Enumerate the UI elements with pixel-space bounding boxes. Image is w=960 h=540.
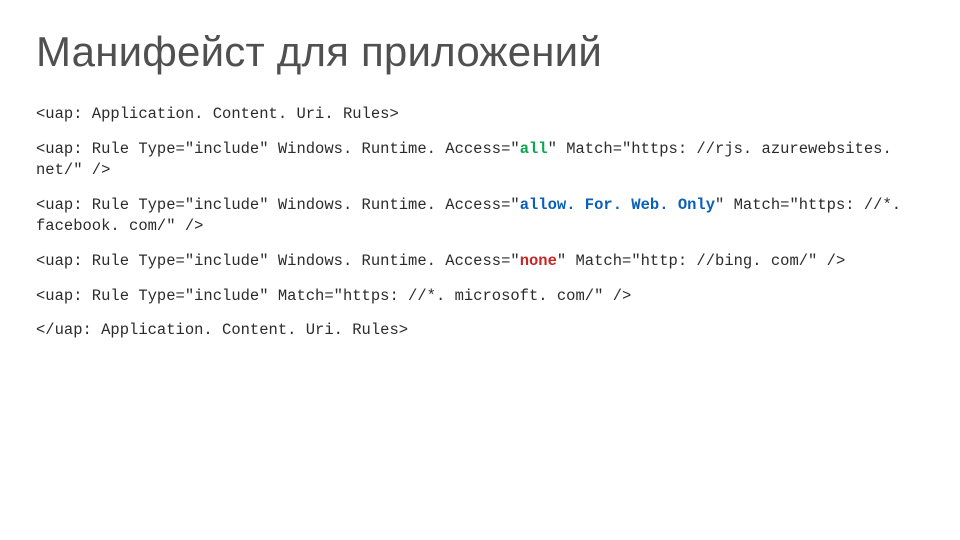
code-block: <uap: Application. Content. Uri. Rules> … <box>36 104 924 341</box>
highlight-none: none <box>520 252 557 270</box>
code-text: <uap: Rule Type="include" Windows. Runti… <box>36 196 520 214</box>
highlight-allowforwebonly: allow. For. Web. Only <box>520 196 715 214</box>
code-text: <uap: Rule Type="include" Windows. Runti… <box>36 140 520 158</box>
slide-title: Манифейст для приложений <box>36 28 924 76</box>
code-line-rule-none: <uap: Rule Type="include" Windows. Runti… <box>36 251 924 272</box>
highlight-all: all <box>520 140 548 158</box>
code-line-close: </uap: Application. Content. Uri. Rules> <box>36 320 924 341</box>
code-line-rule-allow: <uap: Rule Type="include" Windows. Runti… <box>36 195 924 237</box>
code-line-rule-plain: <uap: Rule Type="include" Match="https: … <box>36 286 924 307</box>
code-line-open: <uap: Application. Content. Uri. Rules> <box>36 104 924 125</box>
code-line-rule-all: <uap: Rule Type="include" Windows. Runti… <box>36 139 924 181</box>
code-text: " Match="http: //bing. com/" /> <box>557 252 845 270</box>
code-text: <uap: Rule Type="include" Windows. Runti… <box>36 252 520 270</box>
slide: Манифейст для приложений <uap: Applicati… <box>0 0 960 341</box>
